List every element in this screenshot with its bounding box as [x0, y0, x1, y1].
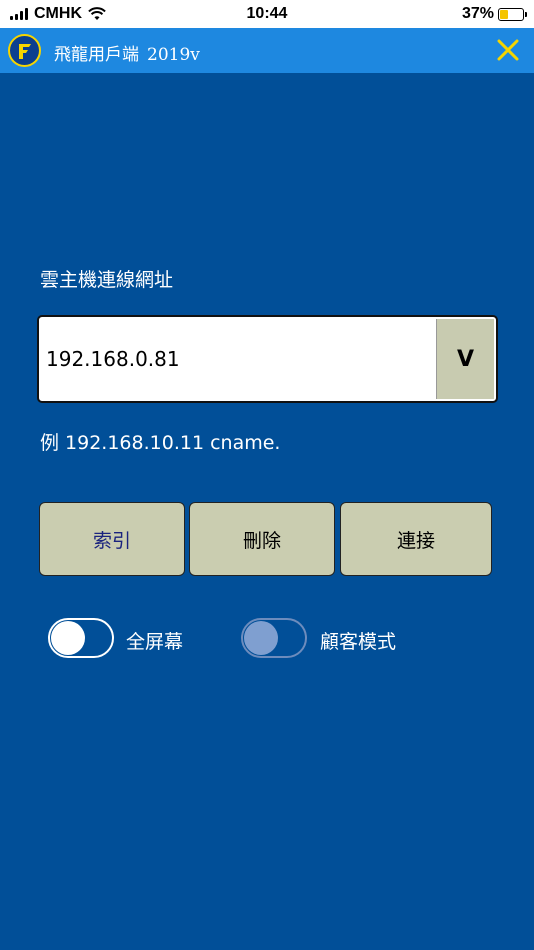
- connect-button[interactable]: 連接: [340, 502, 492, 576]
- title-bar: 飛龍用戶端 2019v: [0, 28, 534, 73]
- logo-letter-f-icon: [18, 43, 31, 59]
- app-name: 飛龍用戶端: [54, 45, 139, 65]
- battery-fill: [500, 9, 509, 19]
- status-time: 10:44: [246, 5, 288, 22]
- fullscreen-toggle[interactable]: [48, 618, 114, 658]
- app-title: 飛龍用戶端 2019v: [54, 40, 200, 65]
- close-button[interactable]: [494, 36, 522, 64]
- url-label: 雲主機連線網址: [40, 269, 174, 291]
- url-hint: 例 192.168.10.11 cname.: [40, 432, 281, 454]
- close-x-icon: [497, 39, 519, 61]
- delete-button[interactable]: 刪除: [189, 502, 335, 576]
- guest-mode-label: 顧客模式: [320, 631, 397, 653]
- url-field-container: V: [37, 315, 498, 403]
- status-bar: CMHK 10:44 37%: [0, 0, 534, 28]
- fullscreen-label: 全屏幕: [126, 631, 184, 653]
- guest-mode-toggle[interactable]: [241, 618, 307, 658]
- status-right: 37%: [461, 5, 527, 23]
- battery-icon: [498, 7, 527, 21]
- index-button[interactable]: 索引: [39, 502, 185, 576]
- toggle-knob: [244, 621, 278, 655]
- app-version: 2019v: [147, 45, 200, 65]
- toggle-knob: [51, 621, 85, 655]
- battery-percent: 37%: [461, 5, 494, 22]
- url-dropdown-button[interactable]: V: [436, 319, 494, 399]
- url-input[interactable]: [39, 317, 437, 401]
- app-logo-icon: [8, 34, 41, 67]
